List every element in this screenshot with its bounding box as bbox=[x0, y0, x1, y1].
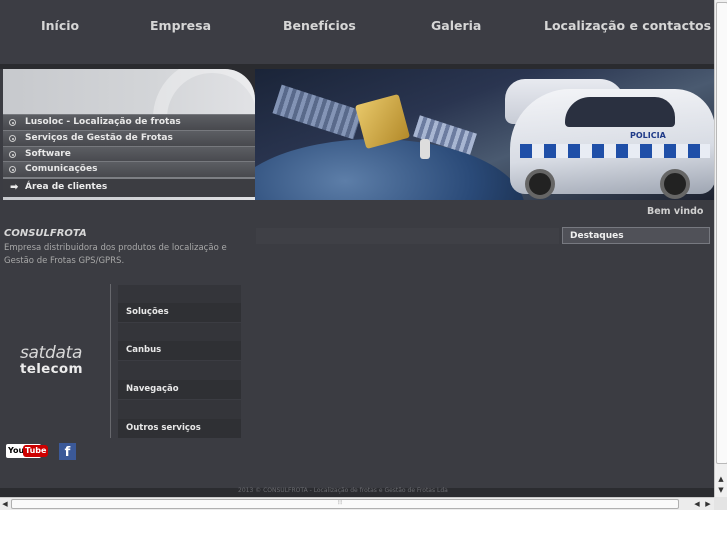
police-car: POLICIA bbox=[510, 89, 714, 199]
vertical-divider bbox=[110, 284, 111, 438]
scroll-down-icon[interactable]: ▼ bbox=[716, 485, 726, 495]
menu-item-label: Software bbox=[25, 149, 71, 159]
scrollbar-corner bbox=[714, 497, 727, 510]
menu-item-label: Lusoloc - Localização de frotas bbox=[25, 117, 181, 127]
facebook-icon[interactable]: f bbox=[59, 443, 76, 460]
bullet-icon bbox=[9, 135, 16, 142]
menu-item-label: Comunicações bbox=[25, 164, 98, 174]
car-police-text: POLICIA bbox=[630, 131, 666, 140]
youtube-icon[interactable]: You Tube bbox=[6, 444, 49, 458]
logo-line1: satdata bbox=[20, 343, 83, 363]
services-item-outros[interactable]: Outros serviços bbox=[118, 419, 241, 438]
menu-item-gestao-frotas[interactable]: Serviços de Gestão de Frotas bbox=[3, 130, 255, 146]
bullet-icon bbox=[9, 151, 16, 158]
nav-empresa[interactable]: Empresa bbox=[150, 18, 211, 33]
satellite-panel bbox=[272, 84, 363, 140]
scroll-up-icon[interactable]: ▲ bbox=[716, 474, 726, 484]
car-checker-stripe bbox=[520, 144, 710, 158]
scroll-grip-icon: ⦙⦙⦙ bbox=[338, 499, 343, 506]
footer-text: 2013 © CONSULFROTA - Localização de frot… bbox=[238, 487, 448, 494]
logo-line2: telecom bbox=[20, 361, 83, 377]
client-area-label: Área de clientes bbox=[25, 182, 108, 192]
nav-inicio[interactable]: Início bbox=[41, 18, 79, 33]
banner: Lusoloc - Localização de frotas Serviços… bbox=[3, 69, 714, 200]
horizontal-scrollbar[interactable]: ◀ ⦙⦙⦙ ◀ ▶ bbox=[0, 497, 714, 510]
satdata-telecom-logo: satdata telecom bbox=[20, 343, 94, 377]
company-description: Empresa distribuidora dos produtos de lo… bbox=[4, 243, 227, 266]
youtube-you-text: You bbox=[8, 446, 25, 455]
services-spacer bbox=[118, 361, 241, 380]
footer: 2013 © CONSULFROTA - Localização de frot… bbox=[0, 487, 714, 497]
services-spacer bbox=[118, 400, 241, 419]
car-wheel bbox=[525, 169, 555, 199]
banner-photo-satellite-police-cars: POLICIA bbox=[255, 69, 714, 200]
menu-item-comunicacoes[interactable]: Comunicações bbox=[3, 161, 255, 177]
menu-item-label: Serviços de Gestão de Frotas bbox=[25, 133, 173, 143]
services-item-navegacao[interactable]: Navegação bbox=[118, 380, 241, 399]
nav-localizacao-contactos[interactable]: Localização e contactos bbox=[544, 18, 711, 33]
services-spacer bbox=[118, 323, 241, 342]
nav-galeria[interactable]: Galeria bbox=[431, 18, 481, 33]
nav-beneficios[interactable]: Benefícios bbox=[283, 18, 356, 33]
menu-item-software[interactable]: Software bbox=[3, 146, 255, 162]
earth-graphic bbox=[255, 139, 525, 200]
services-spacer bbox=[118, 285, 241, 304]
arrow-right-icon: ➡ bbox=[10, 182, 19, 193]
welcome-text: Bem vindo bbox=[647, 206, 704, 217]
client-area-link[interactable]: ➡ Área de clientes bbox=[3, 177, 255, 197]
services-item-canbus[interactable]: Canbus bbox=[118, 341, 241, 360]
menu-item-lusoloc[interactable]: Lusoloc - Localização de frotas bbox=[3, 114, 255, 130]
car-wheel bbox=[660, 169, 690, 199]
satellite-antenna bbox=[420, 139, 430, 159]
content-header-bar bbox=[256, 228, 559, 244]
banner-menu-panel: Lusoloc - Localização de frotas Serviços… bbox=[3, 69, 255, 200]
scroll-right-icon[interactable]: ▶ bbox=[703, 499, 713, 509]
page: Início Empresa Benefícios Galeria Locali… bbox=[0, 0, 714, 497]
bullet-icon bbox=[9, 119, 16, 126]
company-name: CONSULFROTA bbox=[4, 228, 87, 239]
highlights-header: Destaques bbox=[562, 227, 710, 244]
top-navigation: Início Empresa Benefícios Galeria Locali… bbox=[0, 0, 714, 64]
youtube-tube-text: Tube bbox=[23, 445, 49, 457]
horizontal-scrollbar-thumb[interactable] bbox=[11, 499, 679, 509]
scroll-left-icon[interactable]: ◀ bbox=[692, 499, 702, 509]
vertical-scrollbar-thumb[interactable] bbox=[716, 2, 727, 464]
services-item-solucoes[interactable]: Soluções bbox=[118, 303, 241, 322]
scroll-left-icon[interactable]: ◀ bbox=[0, 499, 10, 509]
car-window bbox=[565, 97, 675, 127]
vertical-scrollbar[interactable]: ▲ ▼ bbox=[714, 0, 727, 497]
bullet-icon bbox=[9, 166, 16, 173]
